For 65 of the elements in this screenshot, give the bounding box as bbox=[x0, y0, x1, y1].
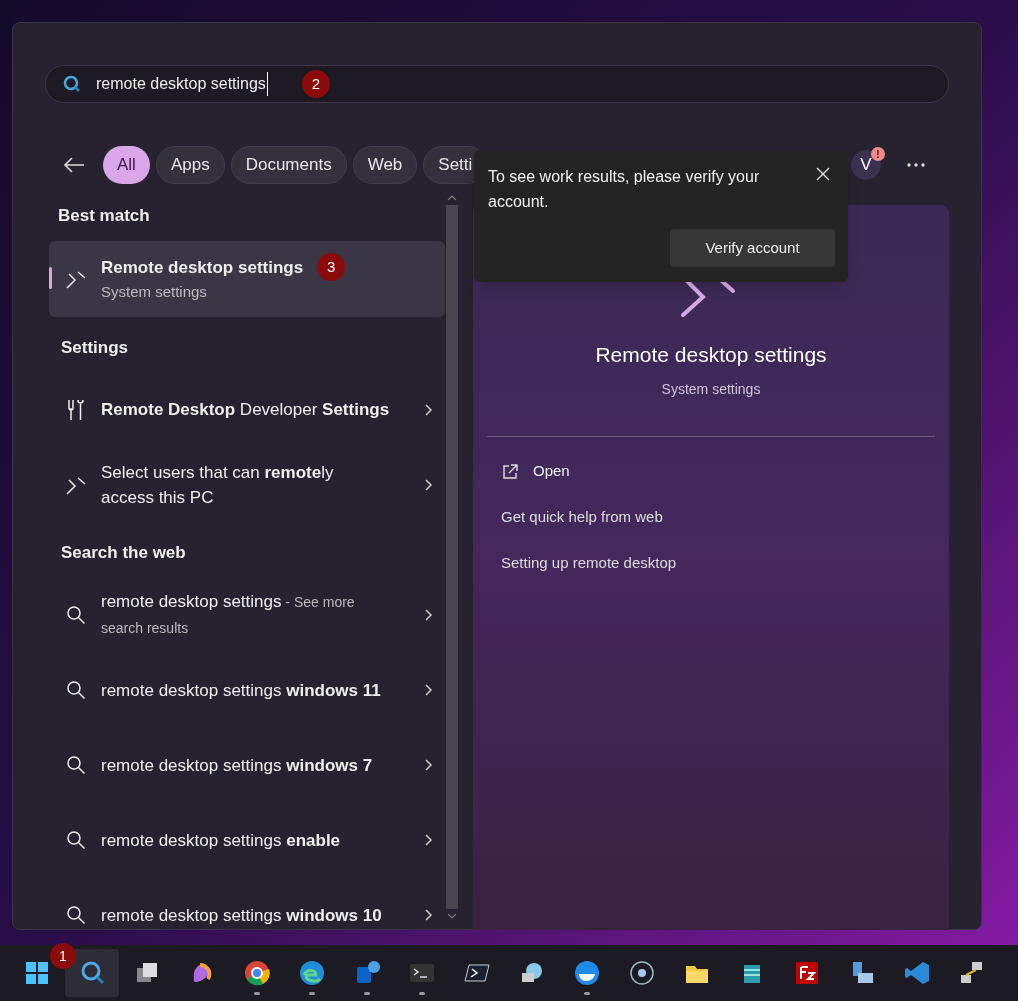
result-item[interactable]: remote desktop settings windows 11 bbox=[49, 652, 445, 728]
result-title: remote desktop settings windows 10 bbox=[101, 904, 383, 927]
scroll-down-icon[interactable] bbox=[447, 913, 457, 919]
chevron-right-icon bbox=[425, 609, 433, 621]
filter-tab[interactable]: All bbox=[103, 146, 150, 184]
section-heading: Best match bbox=[58, 205, 151, 227]
close-icon[interactable] bbox=[816, 167, 830, 181]
preview-title: Remote desktop settings bbox=[594, 342, 828, 368]
result-title: remote desktop settings windows 11 bbox=[101, 679, 382, 702]
windows-logo-icon[interactable] bbox=[23, 959, 51, 987]
filter-tab[interactable]: Apps bbox=[155, 146, 225, 184]
chevron-right-icon bbox=[425, 909, 433, 921]
preview-subtitle: System settings bbox=[660, 379, 762, 399]
step-badge: 1 bbox=[50, 943, 76, 969]
result-item[interactable]: Remote desktop settings 3 System settings bbox=[49, 240, 445, 317]
verify-account-button[interactable]: Verify account bbox=[670, 229, 835, 267]
result-item[interactable]: Remote Desktop Developer Settings bbox=[49, 372, 445, 447]
file-transfer-icon[interactable] bbox=[793, 959, 821, 987]
search-icon bbox=[62, 74, 82, 94]
alert-badge: ! bbox=[871, 147, 885, 161]
search-icon bbox=[66, 605, 86, 625]
result-title: Remote Desktop Developer Settings bbox=[101, 399, 391, 421]
tools-icon bbox=[66, 397, 86, 422]
filter-tab[interactable]: Documents bbox=[230, 146, 347, 184]
result-title: remote desktop settings - See more search results bbox=[101, 591, 356, 638]
browser-wave-icon[interactable] bbox=[298, 959, 326, 987]
open-external-icon bbox=[501, 462, 519, 481]
result-item[interactable]: Select users that can remotely access this PC bbox=[49, 447, 445, 522]
search-icon bbox=[66, 680, 86, 700]
filter-tab[interactable]: Web bbox=[352, 146, 418, 184]
result-title: Select users that can remotely access this PC bbox=[101, 461, 335, 509]
search-text: remote desktop settings bbox=[96, 72, 268, 96]
result-item[interactable]: remote desktop settings enable bbox=[49, 802, 445, 878]
chevron-right-icon bbox=[425, 759, 433, 771]
chevron-right-icon bbox=[425, 684, 433, 696]
browser-circle-icon[interactable] bbox=[243, 959, 271, 987]
chevron-right-icon bbox=[425, 403, 433, 416]
code-editor-icon[interactable] bbox=[903, 959, 931, 987]
search-icon bbox=[66, 755, 86, 775]
scroll-up-icon[interactable] bbox=[447, 195, 457, 201]
chevron-right-icon bbox=[425, 478, 433, 491]
help-link[interactable]: Setting up remote desktop bbox=[501, 540, 949, 587]
circle-dot-icon[interactable] bbox=[628, 959, 656, 987]
step-badge: 3 bbox=[317, 253, 346, 282]
step-badge: 2 bbox=[301, 70, 330, 98]
back-arrow-icon[interactable] bbox=[63, 156, 85, 174]
search-icon bbox=[66, 905, 86, 925]
toast-message: To see work results, please verify your account. bbox=[488, 167, 761, 212]
section-heading: Settings bbox=[61, 336, 130, 359]
result-title: remote desktop settings enable bbox=[101, 829, 342, 852]
result-title: Remote desktop settings bbox=[101, 256, 304, 279]
result-item[interactable]: remote desktop settings - See more search results bbox=[49, 577, 445, 653]
search-field[interactable]: remote desktop settings 2 bbox=[45, 65, 949, 103]
help-link[interactable]: Get quick help from web bbox=[501, 494, 949, 541]
search-icon bbox=[66, 830, 86, 850]
section-heading: Search the web bbox=[61, 542, 187, 564]
result-title: remote desktop settings windows 7 bbox=[101, 754, 374, 777]
scrollbar-thumb[interactable] bbox=[446, 205, 458, 909]
taskbar-button[interactable] bbox=[65, 949, 119, 997]
chevron-right-icon bbox=[425, 834, 433, 846]
result-subtitle: System settings bbox=[101, 282, 208, 303]
result-item[interactable]: remote desktop settings windows 7 bbox=[49, 727, 445, 803]
more-options-icon[interactable] bbox=[907, 163, 925, 167]
result-item[interactable]: remote desktop settings windows 10 bbox=[49, 877, 445, 928]
open-link[interactable]: Open bbox=[501, 448, 949, 495]
